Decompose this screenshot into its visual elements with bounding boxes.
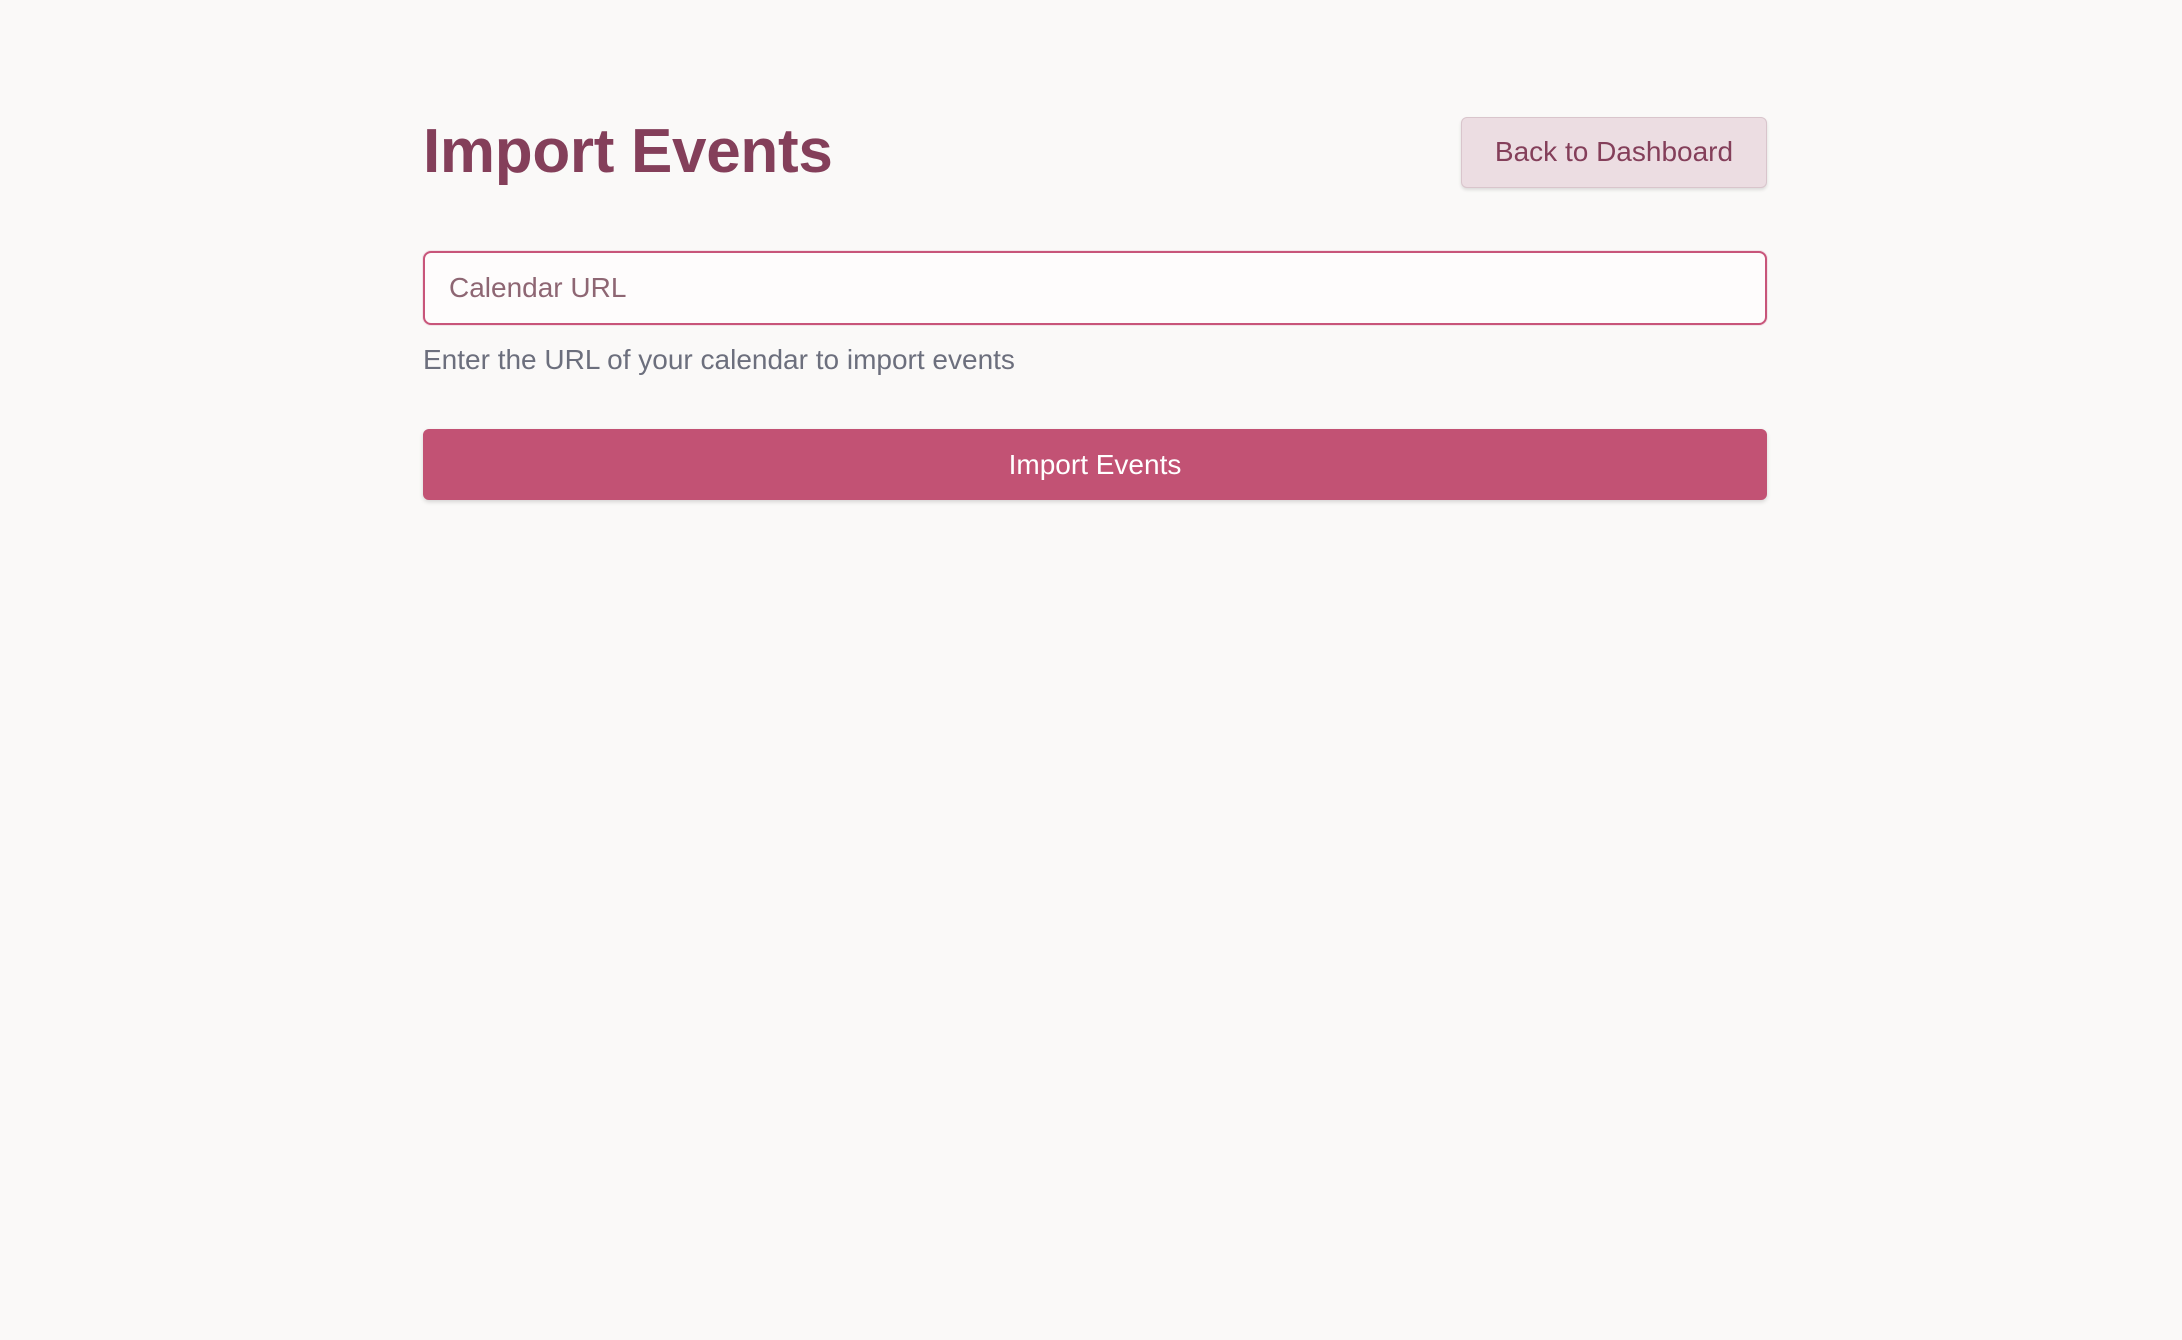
back-to-dashboard-button[interactable]: Back to Dashboard — [1461, 116, 1767, 188]
import-events-button[interactable]: Import Events — [423, 429, 1767, 500]
import-form: Enter the URL of your calendar to import… — [423, 251, 1767, 500]
url-helper-text: Enter the URL of your calendar to import… — [423, 344, 1015, 375]
import-events-page: Import Events Back to Dashboard Enter th… — [423, 116, 1767, 500]
calendar-url-input[interactable] — [423, 251, 1767, 325]
page-header: Import Events Back to Dashboard — [423, 116, 1767, 188]
page-title: Import Events — [423, 117, 833, 186]
